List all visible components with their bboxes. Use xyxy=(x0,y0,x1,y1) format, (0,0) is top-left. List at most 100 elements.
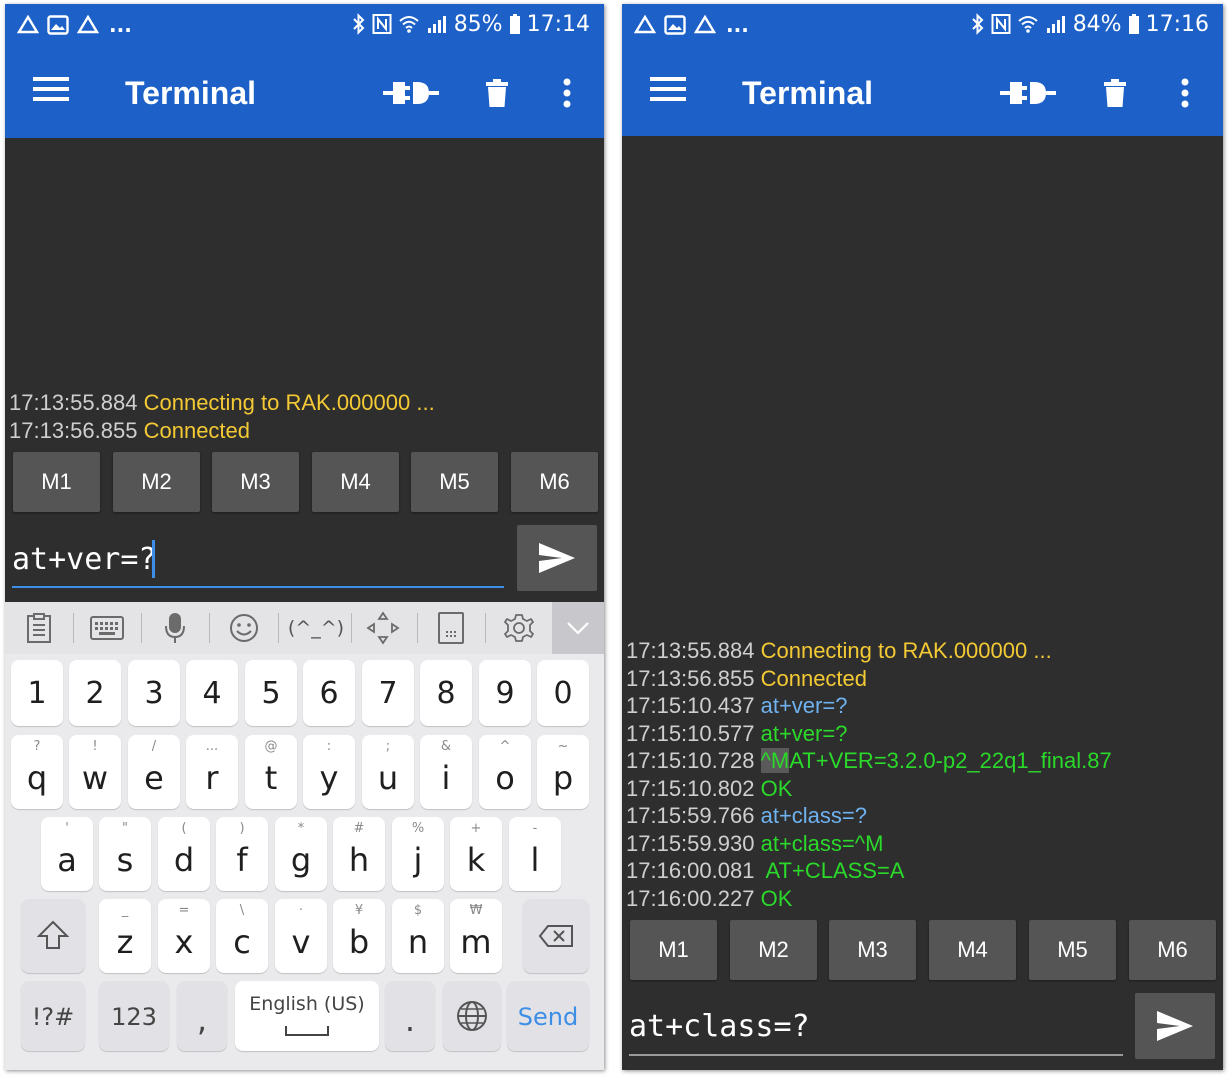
shift-icon xyxy=(37,920,69,949)
key-p[interactable]: ~ p xyxy=(537,735,589,809)
one-hand-keyboard-icon[interactable] xyxy=(427,602,475,654)
log-line: 17:13:56.855 Connected xyxy=(622,665,1223,693)
shift-key[interactable] xyxy=(21,899,85,973)
macro-button-m1[interactable]: M1 xyxy=(13,452,100,512)
key-e[interactable]: / e xyxy=(128,735,180,809)
key-sub-label: & xyxy=(440,739,452,754)
key-h[interactable]: # h xyxy=(333,817,385,891)
microphone-icon[interactable] xyxy=(151,602,199,654)
key-label: l xyxy=(530,841,540,879)
log-line: 17:15:10.802 OK xyxy=(622,775,1223,803)
command-input[interactable] xyxy=(629,999,1119,1053)
kaomoji-button[interactable]: (^_^) xyxy=(285,602,347,654)
key-n[interactable]: $ n xyxy=(392,899,444,973)
key-label: g xyxy=(290,841,312,879)
macro-button-m3[interactable]: M3 xyxy=(829,920,916,980)
clipboard-icon[interactable] xyxy=(15,602,63,654)
key-m[interactable]: ₩ m xyxy=(450,899,502,973)
log-line: 17:15:59.930 at+class=^M xyxy=(622,830,1223,858)
log-message: at+class=^M xyxy=(760,830,884,856)
key-w[interactable]: ! w xyxy=(69,735,121,809)
keyboard-icon[interactable] xyxy=(83,602,131,654)
key-sub-label: " xyxy=(122,821,128,836)
overflow-menu-icon[interactable] xyxy=(1171,71,1199,115)
key-sub-label: ) xyxy=(239,821,245,836)
key-t[interactable]: @ t xyxy=(245,735,297,809)
wifi-icon xyxy=(1017,14,1039,34)
key-4[interactable]: 4 xyxy=(186,660,238,726)
connect-icon[interactable] xyxy=(1000,71,1056,115)
macro-button-m6[interactable]: M6 xyxy=(511,452,598,512)
key-a[interactable]: ' a xyxy=(41,817,93,891)
key-5[interactable]: 5 xyxy=(245,660,297,726)
key-8[interactable]: 8 xyxy=(420,660,472,726)
hamburger-menu-icon[interactable] xyxy=(650,77,686,107)
delete-icon[interactable] xyxy=(1101,71,1129,115)
macro-button-m4[interactable]: M4 xyxy=(312,452,399,512)
macro-button-m6[interactable]: M6 xyxy=(1129,920,1216,980)
key-f[interactable]: ) f xyxy=(216,817,268,891)
key-c[interactable]: \ c xyxy=(216,899,268,973)
space-key[interactable]: English (US) xyxy=(235,981,379,1051)
macro-button-m5[interactable]: M5 xyxy=(1029,920,1116,980)
key-6[interactable]: 6 xyxy=(303,660,355,726)
numbers-key[interactable]: 123 xyxy=(99,981,169,1051)
key-r[interactable]: ... r xyxy=(186,735,238,809)
backspace-key[interactable] xyxy=(523,899,589,973)
cursor-move-icon[interactable] xyxy=(359,602,407,654)
key-b[interactable]: ¥ b xyxy=(333,899,385,973)
key-k[interactable]: + k xyxy=(450,817,502,891)
key-3[interactable]: 3 xyxy=(128,660,180,726)
key-label: , xyxy=(196,1001,208,1039)
key-9[interactable]: 9 xyxy=(479,660,531,726)
command-input[interactable] xyxy=(12,532,502,586)
page-title: Terminal xyxy=(125,75,256,111)
log-message: at+class=? xyxy=(760,803,867,828)
key-0[interactable]: 0 xyxy=(537,660,589,726)
macro-button-m2[interactable]: M2 xyxy=(730,920,817,980)
macro-button-m1[interactable]: M1 xyxy=(630,920,717,980)
connect-icon[interactable] xyxy=(383,71,439,115)
key-x[interactable]: = x xyxy=(158,899,210,973)
macro-button-m4[interactable]: M4 xyxy=(929,920,1016,980)
period-key[interactable]: . xyxy=(385,981,435,1051)
chevron-down-icon[interactable] xyxy=(552,602,604,654)
delete-icon[interactable] xyxy=(483,71,511,115)
more-notifications: ... xyxy=(109,13,132,37)
key-q[interactable]: ? q xyxy=(11,735,63,809)
emoji-icon[interactable] xyxy=(219,602,269,654)
macro-button-m5[interactable]: M5 xyxy=(411,452,498,512)
symbols-key[interactable]: !?# xyxy=(21,981,85,1051)
key-2[interactable]: 2 xyxy=(69,660,121,726)
key-7[interactable]: 7 xyxy=(362,660,414,726)
key-y[interactable]: :y xyxy=(303,735,355,809)
app-bar: Terminal xyxy=(622,45,1223,136)
key-1[interactable]: 1 xyxy=(11,660,63,726)
macro-button-m3[interactable]: M3 xyxy=(212,452,299,512)
key-g[interactable]: * g xyxy=(275,817,327,891)
log-line: 17:13:55.884 Connecting to RAK.000000 ..… xyxy=(622,637,1223,665)
key-s[interactable]: " s xyxy=(99,817,151,891)
key-j[interactable]: % j xyxy=(392,817,444,891)
comma-key[interactable]: , xyxy=(177,981,227,1051)
hamburger-menu-icon[interactable] xyxy=(33,77,69,107)
macro-button-m2[interactable]: M2 xyxy=(113,452,200,512)
send-key[interactable]: Send xyxy=(507,981,589,1051)
key-u[interactable]: ; u xyxy=(362,735,414,809)
key-sub-label: ' xyxy=(65,821,69,836)
key-o[interactable]: ^ o xyxy=(479,735,531,809)
key-d[interactable]: (d xyxy=(158,817,210,891)
overflow-menu-icon[interactable] xyxy=(553,71,581,115)
key-v[interactable]: · v xyxy=(275,899,327,973)
key-i[interactable]: & i xyxy=(420,735,472,809)
settings-icon[interactable] xyxy=(495,602,543,654)
send-button[interactable] xyxy=(517,525,597,591)
key-label: 3 xyxy=(144,676,164,711)
key-l[interactable]: -l xyxy=(509,817,561,891)
key-label: o xyxy=(495,759,515,797)
send-button[interactable] xyxy=(1135,993,1215,1059)
toolbar-divider xyxy=(73,613,74,643)
key-z[interactable]: _ z xyxy=(99,899,151,973)
log-line: 17:15:10.437 at+ver=? xyxy=(622,692,1223,720)
language-key[interactable] xyxy=(443,981,501,1051)
